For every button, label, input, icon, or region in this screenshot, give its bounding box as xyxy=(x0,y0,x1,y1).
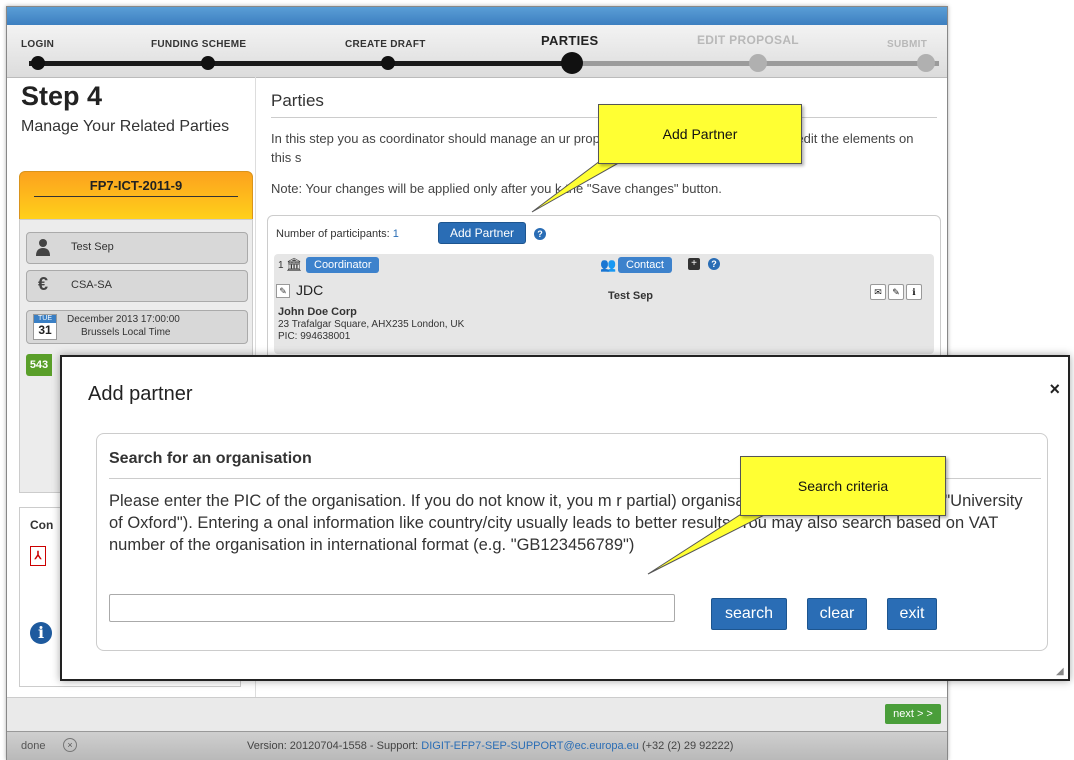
step-edit-proposal: EDIT PROPOSAL xyxy=(697,33,799,47)
sidebar-item-contact[interactable]: Test Sep xyxy=(26,232,248,264)
add-partner-callout: Add Partner xyxy=(598,104,802,164)
step-dot-parties xyxy=(561,52,583,74)
status-done: done xyxy=(21,740,46,752)
contact-help-icon[interactable]: ? xyxy=(708,258,720,270)
top-accent-bar xyxy=(7,7,947,25)
participants-label: Number of participants: xyxy=(276,228,390,240)
proposal-number-badge: 543 xyxy=(26,354,52,376)
calendar-day: 31 xyxy=(38,323,52,337)
progress-stepper: LOGIN FUNDING SCHEME CREATE DRAFT PARTIE… xyxy=(7,25,947,78)
page-title: Parties xyxy=(271,91,324,110)
edit-contact-icon[interactable]: ✎ xyxy=(888,284,904,300)
institution-icon: 🏛 xyxy=(286,257,303,272)
info-icon[interactable]: i xyxy=(30,622,52,644)
stepper-track-done xyxy=(29,61,571,66)
support-phone: (+32 (2) 29 92222) xyxy=(638,740,734,752)
step-dot-submit xyxy=(917,54,935,72)
step-dot-edit-proposal xyxy=(749,54,767,72)
step-subtitle: Manage Your Related Parties xyxy=(21,118,230,135)
edit-icon[interactable]: ✎ xyxy=(276,284,290,298)
contact-tag: Contact xyxy=(618,257,672,273)
help-icon[interactable]: ? xyxy=(534,228,546,240)
exit-button[interactable]: exit xyxy=(887,598,937,630)
coordinator-legal-name: John Doe Corp xyxy=(278,306,357,318)
resize-handle-icon[interactable]: ◢ xyxy=(1056,667,1066,677)
step-login[interactable]: LOGIN xyxy=(21,39,54,50)
search-section-title: Search for an organisation xyxy=(109,450,312,467)
step-funding-scheme[interactable]: FUNDING SCHEME xyxy=(151,39,246,50)
next-button[interactable]: next > > xyxy=(885,704,941,724)
calendar-month: TUE xyxy=(34,315,56,323)
euro-icon: € xyxy=(37,274,48,294)
sidebar-item-scheme[interactable]: € CSA-SA xyxy=(26,270,248,302)
close-circle-icon[interactable]: × xyxy=(63,738,77,752)
participant-index: 1 xyxy=(278,260,284,271)
close-icon[interactable]: × xyxy=(1049,379,1060,400)
call-identifier-box: FP7-ICT-2011-9 xyxy=(19,171,253,221)
calendar-icon: TUE 31 xyxy=(33,314,57,340)
step-title: Step 4 xyxy=(21,81,103,111)
add-partner-button[interactable]: Add Partner xyxy=(438,222,526,244)
step-parties[interactable]: PARTIES xyxy=(541,33,598,48)
version-info: Version: 20120704-1558 - Support: DIGIT-… xyxy=(247,740,733,752)
coordinator-tag: Coordinator xyxy=(306,257,380,273)
call-code: FP7-ICT-2011-9 xyxy=(89,178,183,193)
search-criteria-callout: Search criteria xyxy=(740,456,946,516)
add-contact-icon[interactable]: + xyxy=(688,258,700,270)
search-input[interactable] xyxy=(109,594,675,622)
coordinator-short-name: JDC xyxy=(296,282,324,298)
step-create-draft[interactable]: CREATE DRAFT xyxy=(345,39,426,50)
pdf-icon[interactable]: ⅄ xyxy=(30,546,46,566)
coordinator-address: 23 Trafalgar Square, AHX235 London, UK xyxy=(278,319,465,330)
sidebar-item-label: CSA-SA xyxy=(71,279,112,291)
contacts-icon: 👥 xyxy=(600,257,617,272)
email-icon[interactable]: ✉ xyxy=(870,284,886,300)
participants-count: 1 xyxy=(392,228,399,240)
status-bar: done × Version: 20120704-1558 - Support:… xyxy=(7,731,947,760)
contacts-label: Con xyxy=(30,518,54,532)
details-icon[interactable]: ℹ xyxy=(906,284,922,300)
support-email-link[interactable]: DIGIT-EFP7-SEP-SUPPORT@ec.europa.eu xyxy=(421,740,639,752)
coordinator-details: John Doe Corp 23 Trafalgar Square, AHX23… xyxy=(278,306,464,343)
person-icon xyxy=(33,238,53,258)
add-partner-dialog: Add partner × Search for an organisation… xyxy=(60,355,1070,681)
deadline-timezone: Brussels Local Time xyxy=(81,327,171,338)
version-text: Version: 20120704-1558 - Support: xyxy=(247,740,422,752)
participants-count-row: Number of participants: 1 xyxy=(276,228,399,240)
deadline-date: December 2013 17:00:00 xyxy=(67,314,180,325)
search-button[interactable]: search xyxy=(711,598,787,630)
sidebar-item-label: Test Sep xyxy=(71,241,114,253)
participants-panel: Number of participants: 1 Add Partner ? … xyxy=(267,215,941,367)
step-submit: SUBMIT xyxy=(887,39,928,50)
dialog-title: Add partner xyxy=(88,383,193,405)
call-rule xyxy=(34,196,238,197)
coordinator-row: 1 🏛 Coordinator ✎ JDC John Doe Corp 23 T… xyxy=(274,254,934,354)
sidebar-item-deadline[interactable]: TUE 31 December 2013 17:00:00 Brussels L… xyxy=(26,310,248,344)
coordinator-pic: PIC: 994638001 xyxy=(278,331,351,342)
step-dot-funding-scheme xyxy=(201,56,215,70)
step-dot-login xyxy=(31,56,45,70)
contact-name: Test Sep xyxy=(608,290,654,302)
footer-bar: next > > xyxy=(7,697,947,732)
step-dot-create-draft xyxy=(381,56,395,70)
clear-button[interactable]: clear xyxy=(807,598,867,630)
